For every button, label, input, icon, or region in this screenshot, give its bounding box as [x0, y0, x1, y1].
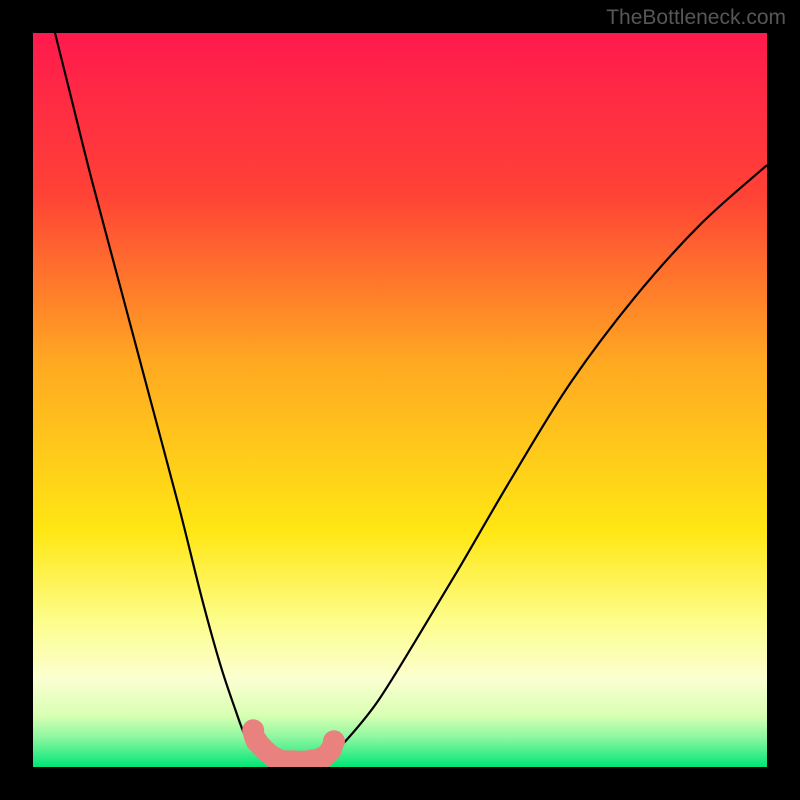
chart-background: [33, 33, 767, 767]
marker-dot: [246, 730, 268, 752]
chart-plot-area: [33, 33, 767, 767]
chart-svg: [33, 33, 767, 767]
marker-dot: [323, 730, 345, 752]
watermark-text: TheBottleneck.com: [606, 6, 786, 30]
